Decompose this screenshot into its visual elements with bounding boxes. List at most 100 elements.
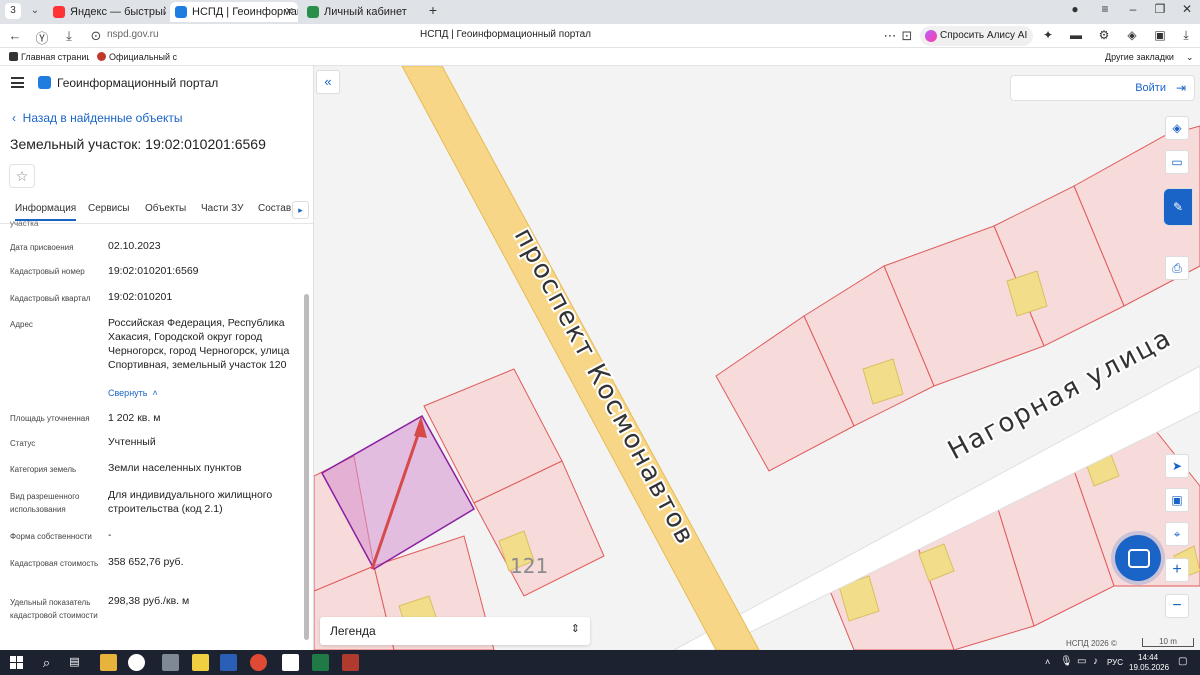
network-icon[interactable]: ▭ — [1077, 656, 1086, 667]
chevron-left-icon: ‹ — [12, 111, 16, 125]
tab-parcel-parts[interactable]: Части ЗУ — [201, 203, 243, 214]
layers-icon[interactable]: ◈ — [1165, 116, 1189, 140]
task-view-icon[interactable]: ▤ — [66, 654, 83, 671]
tab-objects[interactable]: Объекты — [145, 203, 186, 214]
back-to-results-link[interactable]: ‹ Назад в найденные объекты — [12, 111, 183, 125]
tab-composition[interactable]: Состав — [258, 203, 291, 214]
browser-address-bar: ← Ⓨ ⤓ ⊙ nspd.gov.ru НСПД | Геоинформацио… — [0, 24, 1200, 48]
expand-collapse-icon: ⇕ — [570, 623, 580, 635]
yandex-browser-taskbar-icon[interactable] — [128, 654, 145, 671]
field-label: Кадастровый квартал — [10, 294, 91, 303]
other-bookmarks[interactable]: Другие закладки — [1105, 52, 1174, 62]
minimap-icon[interactable]: ▣ — [1165, 488, 1189, 512]
collapse-address-link[interactable]: Свернуть ˄ — [108, 388, 158, 398]
notifications-icon[interactable]: ▢ — [1178, 656, 1187, 667]
extension-icon[interactable]: ✦ — [1040, 28, 1056, 42]
site-security-icon[interactable]: ⊙ — [88, 28, 104, 44]
ask-alice-button[interactable]: Спросить Алису AI — [920, 26, 1034, 46]
windows-taskbar: ⌕ ▤ ˄ 🎙 ▭ ♪ РУС 14:44 19.05.2026 ▢ — [0, 650, 1200, 675]
close-window-icon[interactable]: ✕ — [1177, 2, 1197, 16]
yandex-browser-icon[interactable]: Ⓨ — [34, 28, 50, 47]
object-title: Земельный участок: 19:02:010201:6569 — [10, 136, 266, 152]
field-value: 02.10.2023 — [108, 240, 161, 252]
panel-scrollbar[interactable] — [304, 294, 309, 640]
downloads-icon[interactable]: ⤓ — [61, 28, 77, 44]
extension-icon[interactable]: ▬ — [1068, 28, 1084, 42]
windows-start-icon[interactable] — [10, 656, 23, 669]
legend-panel[interactable]: Легенда ⇕ — [320, 617, 590, 645]
zoom-out-icon[interactable]: − — [1165, 594, 1189, 618]
field-label: Площадь уточненная — [10, 414, 90, 423]
clock-time[interactable]: 14:44 — [1138, 653, 1158, 662]
tabs-scroll-right-icon[interactable]: ▸ — [292, 201, 309, 219]
profile-icon[interactable]: ● — [1065, 2, 1085, 16]
bookmark-official[interactable]: Официальный са — [97, 52, 177, 62]
field-value: 358 652,76 руб. — [108, 556, 184, 568]
field-value: 298,38 руб./кв. м — [108, 595, 190, 607]
more-dots-icon[interactable]: ⋯ — [882, 28, 898, 44]
bookmark-home[interactable]: Главная страница — [9, 52, 89, 62]
language-indicator[interactable]: РУС — [1107, 658, 1123, 667]
ruler-icon[interactable]: ▭ — [1165, 150, 1189, 174]
chat-widget-icon[interactable]: ✎ — [1163, 188, 1193, 226]
chrome-taskbar-icon[interactable] — [250, 654, 267, 671]
login-button[interactable]: Войти ⇥ — [1010, 75, 1195, 101]
tab-nspd[interactable]: НСПД | Геоинформацио ✕ — [170, 2, 298, 22]
close-tab-icon[interactable]: ✕ — [285, 2, 294, 22]
field-label: участка — [10, 219, 39, 228]
bookmark-icon[interactable]: ⊡ — [899, 28, 915, 44]
tray-chevron-icon[interactable]: ˄ — [1045, 657, 1050, 667]
field-label: Адрес — [10, 320, 33, 329]
chevron-up-icon: ˄ — [152, 388, 158, 398]
file-explorer-icon[interactable] — [100, 654, 117, 671]
tab-list-dropdown-icon[interactable]: ⌄ — [27, 3, 43, 19]
tab-cabinet[interactable]: Личный кабинет — [302, 2, 420, 22]
extension-icon[interactable]: ▣ — [1152, 28, 1168, 42]
map-copyright: НСПД 2026 © — [1066, 639, 1117, 648]
document-taskbar-icon[interactable] — [282, 654, 299, 671]
hamburger-menu-icon[interactable] — [11, 77, 24, 88]
yandex-favicon-icon — [53, 6, 65, 18]
field-value: Для индивидуального жилищного строительс… — [108, 489, 273, 515]
tab-count-badge[interactable]: 3 — [5, 3, 21, 19]
official-bookmark-icon — [97, 52, 106, 61]
tab-title: Яндекс — быстрый поиск — [70, 6, 166, 18]
app-taskbar-icon[interactable] — [342, 654, 359, 671]
geolocation-icon[interactable]: ➤ — [1165, 454, 1189, 478]
clock-date[interactable]: 19.05.2026 — [1129, 663, 1169, 672]
favorite-star-icon[interactable]: ☆ — [9, 164, 35, 188]
collapse-panel-button[interactable]: « — [316, 70, 340, 94]
login-arrow-icon: ⇥ — [1175, 81, 1186, 95]
puzzle-icon[interactable]: ⚙ — [1096, 28, 1112, 42]
word-taskbar-icon[interactable] — [220, 654, 237, 671]
field-label: Статус — [10, 439, 36, 448]
tab-services[interactable]: Сервисы — [88, 203, 129, 214]
menu-icon[interactable]: ≡ — [1095, 2, 1115, 16]
print-icon[interactable]: ⎙ — [1165, 256, 1189, 280]
legend-label: Легенда — [330, 624, 376, 638]
object-info-panel: Геоинформационный портал ‹ Назад в найде… — [0, 66, 314, 650]
chevron-down-icon[interactable]: ⌄ — [1186, 52, 1194, 63]
minimize-icon[interactable]: – — [1123, 2, 1143, 16]
map-pin-icon[interactable]: ⌖ — [1165, 522, 1189, 546]
app-taskbar-icon[interactable] — [162, 654, 179, 671]
zoom-in-icon[interactable]: + — [1165, 558, 1189, 582]
microphone-icon[interactable]: 🎙 — [1060, 656, 1073, 667]
map-view[interactable]: проспект Космонавтов Нагорная улица 121 — [314, 66, 1200, 650]
excel-taskbar-icon[interactable] — [312, 654, 329, 671]
tab-yandex[interactable]: Яндекс — быстрый поиск — [48, 2, 166, 22]
notes-taskbar-icon[interactable] — [192, 654, 209, 671]
downloads-icon[interactable]: ⤓ — [1178, 28, 1194, 43]
field-label: Форма собственности — [10, 532, 92, 541]
chat-button-icon[interactable] — [1115, 535, 1161, 581]
field-label: Категория земель — [10, 465, 77, 474]
new-tab-button[interactable]: + — [425, 3, 441, 19]
search-icon[interactable]: ⌕ — [38, 654, 55, 671]
url-text[interactable]: nspd.gov.ru — [107, 29, 159, 40]
extension-icon[interactable]: ◈ — [1124, 28, 1140, 42]
back-arrow-icon[interactable]: ← — [7, 28, 23, 43]
volume-icon[interactable]: ♪ — [1093, 656, 1098, 667]
field-label: Дата присвоения — [10, 243, 74, 252]
tab-title: Личный кабинет — [324, 6, 407, 18]
maximize-icon[interactable]: ❐ — [1150, 2, 1170, 16]
